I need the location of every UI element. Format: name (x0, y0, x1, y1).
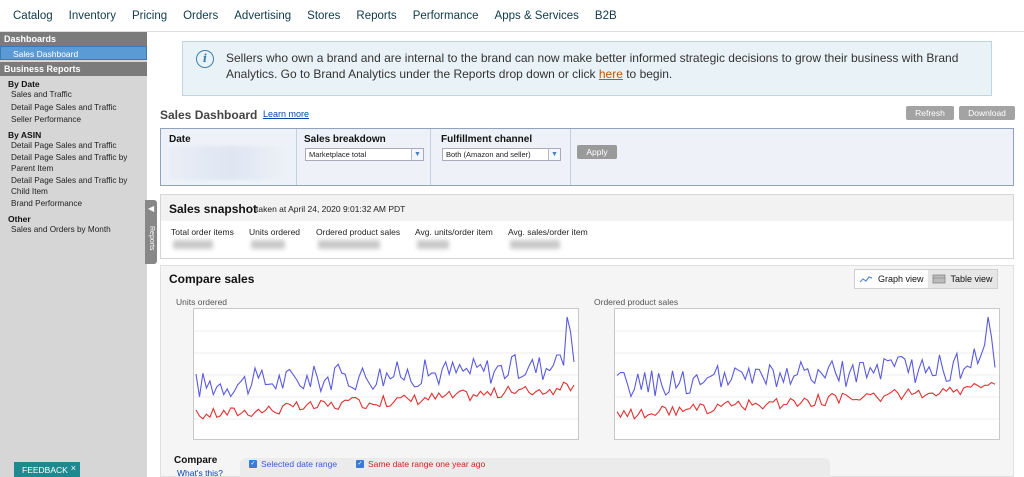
compare-legend-title: Compare (174, 455, 218, 466)
sidebar-item-report[interactable]: Sales and Traffic (0, 89, 147, 102)
feedback-button[interactable]: FEEDBACK × (14, 462, 80, 477)
sidebar-report-groups: By Date Sales and Traffic Detail Page Sale… (0, 76, 147, 236)
metric-value-redacted (510, 240, 560, 249)
metric-value-redacted (318, 240, 380, 249)
line-chart-icon (859, 276, 873, 283)
metric-avg-units: Avg. units/order item (415, 227, 493, 237)
sidebar-group-by-asin: By ASIN (8, 129, 42, 140)
series-last-year-line (616, 381, 996, 420)
chevron-down-icon: ▼ (548, 149, 560, 160)
sales-breakdown-select[interactable]: Marketplace total ▼ (305, 148, 424, 161)
ordered-product-sales-chart-label: Ordered product sales (594, 297, 679, 307)
graph-view-button[interactable]: Graph view (855, 270, 928, 288)
date-range-picker[interactable] (169, 146, 294, 180)
sidebar-collapse-handle[interactable]: ◀ Reports (145, 200, 157, 264)
learn-more-link[interactable]: Learn more (263, 109, 309, 119)
sidebar-handle-label: Reports (148, 226, 155, 251)
sales-breakdown-value: Marketplace total (309, 150, 367, 159)
banner-text-before: Sellers who own a brand and are internal… (226, 51, 959, 81)
date-label: Date (169, 134, 191, 145)
nav-item-orders[interactable]: Orders (183, 10, 218, 22)
metric-value-redacted (417, 240, 449, 249)
banner-text-after: to begin. (622, 66, 673, 81)
page-title: Sales Dashboard (160, 108, 258, 122)
units-ordered-chart-label: Units ordered (176, 297, 228, 307)
close-icon[interactable]: × (71, 463, 76, 473)
metric-value-redacted (173, 240, 213, 249)
nav-item-inventory[interactable]: Inventory (69, 10, 116, 22)
legend-lastyear-label: Same date range one year ago (368, 459, 486, 469)
series-selected-line (195, 316, 575, 398)
units-ordered-chart (193, 308, 579, 440)
banner-text: Sellers who own a brand and are internal… (226, 51, 986, 82)
sidebar-item-report[interactable]: Detail Page Sales and Traffic (0, 140, 147, 153)
table-view-button[interactable]: Table view (927, 270, 997, 288)
refresh-button[interactable]: Refresh (906, 106, 954, 120)
nav-item-catalog[interactable]: Catalog (13, 10, 53, 22)
chevron-down-icon: ▼ (411, 149, 423, 160)
nav-item-apps-services[interactable]: Apps & Services (495, 10, 579, 22)
sidebar-item-report[interactable]: Detail Page Sales and Traffic (0, 102, 147, 115)
units-ordered-chart-svg (194, 316, 578, 420)
nav-item-advertising[interactable]: Advertising (234, 10, 291, 22)
sidebar-dashboards-header: Dashboards (0, 32, 147, 46)
chevron-left-icon: ◀ (148, 204, 155, 213)
graph-view-label: Graph view (878, 274, 924, 284)
sidebar-item-sales-dashboard[interactable]: Sales Dashboard (0, 46, 147, 60)
snapshot-header: Sales snapshot taken at April 24, 2020 9… (161, 195, 1013, 221)
fulfillment-channel-label: Fulfillment channel (441, 134, 533, 145)
sales-breakdown-label: Sales breakdown (304, 134, 386, 145)
legend-selected-label: Selected date range (261, 459, 338, 469)
sidebar-group-other: Other (8, 213, 31, 224)
sidebar-business-reports-header: Business Reports (0, 62, 147, 76)
whats-this-link[interactable]: What's this? (177, 468, 223, 477)
table-icon (932, 274, 945, 284)
sidebar-group-by-date: By Date (8, 79, 40, 89)
ordered-product-sales-chart (614, 308, 1000, 440)
info-icon: i (196, 50, 214, 68)
metric-avg-sales: Avg. sales/order item (508, 227, 588, 237)
nav-item-pricing[interactable]: Pricing (132, 10, 167, 22)
date-filter: Date (161, 129, 297, 185)
series-last-year-line (195, 381, 575, 420)
sales-snapshot-panel: Sales snapshot taken at April 24, 2020 9… (160, 194, 1014, 259)
fulfillment-channel-value: Both (Amazon and seller) (446, 150, 531, 159)
feedback-label: FEEDBACK (22, 465, 68, 475)
nav-item-reports[interactable]: Reports (356, 10, 396, 22)
top-navigation: Catalog Inventory Pricing Orders Advertising… (0, 0, 1024, 32)
sales-breakdown-filter: Sales breakdown Marketplace total ▼ (297, 129, 431, 185)
sidebar-item-report[interactable]: Detail Page Sales and Traffic by Parent … (0, 152, 147, 175)
compare-sales-panel: Compare sales Graph view Table view Unit… (160, 265, 1014, 477)
banner-here-link[interactable]: here (599, 67, 623, 81)
nav-item-stores[interactable]: Stores (307, 10, 340, 22)
sidebar-item-report[interactable]: Sales and Orders by Month (0, 224, 147, 237)
sidebar-item-report[interactable]: Seller Performance (0, 114, 147, 127)
compare-sales-title: Compare sales (169, 272, 255, 286)
metric-ordered-product-sales: Ordered product sales (316, 227, 401, 237)
metric-units-ordered: Units ordered (249, 227, 301, 237)
snapshot-timestamp: taken at April 24, 2020 9:01:32 AM PDT (256, 204, 406, 214)
checkbox-checked-icon[interactable]: ✓ (356, 460, 364, 468)
metric-value-redacted (251, 240, 285, 249)
sidebar-item-report[interactable]: Brand Performance (0, 198, 147, 211)
apply-button[interactable]: Apply (577, 145, 617, 159)
series-selected-line (616, 316, 996, 399)
checkbox-checked-icon[interactable]: ✓ (249, 460, 257, 468)
snapshot-title: Sales snapshot (169, 202, 258, 216)
ordered-product-sales-chart-svg (615, 316, 999, 420)
view-toggle: Graph view Table view (854, 269, 998, 289)
fulfillment-channel-select[interactable]: Both (Amazon and seller) ▼ (442, 148, 561, 161)
left-sidebar: Dashboards Sales Dashboard Business Repo… (0, 32, 147, 477)
sidebar-item-report[interactable]: Detail Page Sales and Traffic by Child I… (0, 175, 147, 198)
metric-total-order-items: Total order items (171, 227, 234, 237)
nav-item-performance[interactable]: Performance (413, 10, 479, 22)
fulfillment-channel-filter: Fulfillment channel Both (Amazon and sel… (431, 129, 571, 185)
download-button[interactable]: Download (959, 106, 1015, 120)
nav-item-b2b[interactable]: B2B (595, 10, 617, 22)
legend-selected-date-range[interactable]: ✓ Selected date range (249, 459, 337, 469)
table-view-label: Table view (950, 274, 993, 284)
legend-same-range-last-year[interactable]: ✓ Same date range one year ago (356, 459, 485, 469)
brand-analytics-banner: i Sellers who own a brand and are intern… (182, 41, 992, 96)
